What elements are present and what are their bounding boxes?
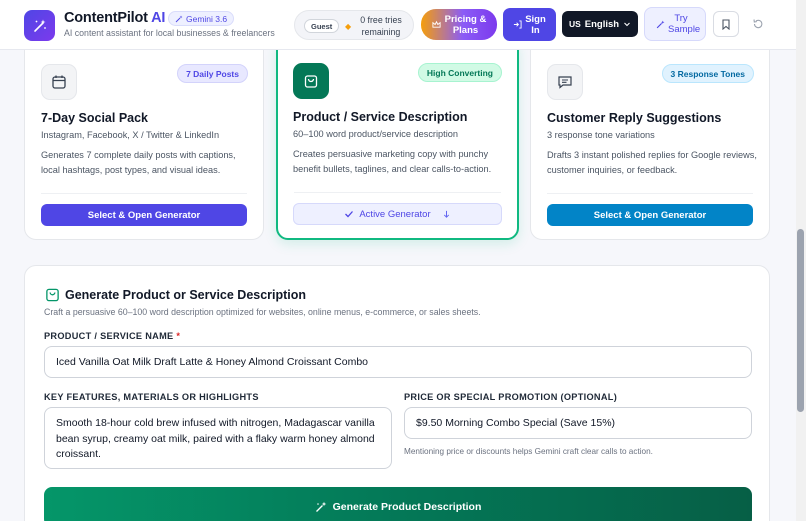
product-name-input[interactable]: Iced Vanilla Oat Milk Draft Latte & Hone… bbox=[44, 346, 752, 378]
scrollbar-thumb[interactable] bbox=[797, 229, 804, 412]
card-social-pack[interactable]: 7 Daily Posts 7-Day Social Pack Instagra… bbox=[24, 37, 264, 240]
try-sample-label: Try Sample bbox=[668, 13, 701, 35]
card-description: Drafts 3 instant polished replies for Go… bbox=[547, 150, 757, 175]
shopping-bag-icon bbox=[46, 288, 59, 302]
textarea-value: Smooth 18-hour cold brew infused with ni… bbox=[56, 417, 375, 460]
input-value: $9.50 Morning Combo Special (Save 15%) bbox=[416, 417, 616, 429]
status-dot-icon: ◆ bbox=[345, 22, 352, 31]
card-icon-box bbox=[547, 64, 583, 100]
app-header: ContentPilot AI Gemini 3.6 AI content as… bbox=[0, 0, 796, 50]
check-icon bbox=[345, 211, 354, 218]
card-icon-box bbox=[41, 64, 77, 100]
price-label: PRICE OR SPECIAL PROMOTION (OPTIONAL) bbox=[404, 392, 618, 402]
history-icon bbox=[753, 19, 763, 29]
features-textarea[interactable]: Smooth 18-hour cold brew infused with ni… bbox=[44, 407, 392, 469]
divider bbox=[41, 193, 247, 194]
usage-text: 0 free tries remaining bbox=[360, 15, 402, 37]
guest-badge: Guest bbox=[304, 19, 340, 33]
button-label: Active Generator bbox=[359, 208, 431, 220]
card-title: 7-Day Social Pack bbox=[41, 111, 149, 125]
try-sample-button[interactable]: Try Sample bbox=[644, 7, 706, 41]
card-title: Product / Service Description bbox=[293, 110, 468, 124]
sign-in-icon bbox=[513, 20, 522, 29]
card-description: Creates persuasive marketing copy with p… bbox=[293, 149, 492, 174]
model-badge-label: Gemini 3.6 bbox=[186, 13, 228, 24]
select-generator-button[interactable]: Select & Open Generator bbox=[547, 204, 753, 226]
pricing-label: Pricing & Plans bbox=[444, 13, 487, 36]
usage-indicator: Guest ◆ 0 free tries remaining bbox=[294, 10, 414, 40]
generator-panel: Generate Product or Service Description … bbox=[24, 265, 770, 521]
active-generator-button[interactable]: Active Generator bbox=[293, 203, 502, 225]
arrow-down-icon bbox=[443, 210, 449, 218]
logo[interactable] bbox=[24, 10, 55, 41]
sparkle-icon bbox=[175, 15, 183, 22]
card-badge: 3 Response Tones bbox=[661, 64, 754, 83]
features-label: KEY FEATURES, MATERIALS OR HIGHLIGHTS bbox=[44, 392, 259, 402]
history-button[interactable] bbox=[745, 11, 771, 37]
brand-name: ContentPilot AI bbox=[64, 10, 165, 26]
card-product-description[interactable]: High Converting Product / Service Descri… bbox=[276, 37, 519, 240]
wand-icon bbox=[33, 19, 46, 32]
divider bbox=[294, 192, 501, 193]
card-title: Customer Reply Suggestions bbox=[547, 111, 722, 125]
card-subtitle: 3 response tone variations bbox=[547, 130, 655, 140]
price-input[interactable]: $9.50 Morning Combo Special (Save 15%) bbox=[404, 407, 752, 439]
language-label: English bbox=[584, 18, 620, 30]
bookmark-button[interactable] bbox=[713, 11, 739, 37]
model-badge: Gemini 3.6 bbox=[168, 11, 235, 26]
card-badge: High Converting bbox=[417, 63, 502, 82]
wand-icon bbox=[656, 20, 665, 28]
tagline: AI content assistant for local businesse… bbox=[64, 28, 275, 38]
card-subtitle: 60–100 word product/service description bbox=[293, 129, 458, 139]
language-select[interactable]: US English bbox=[562, 11, 638, 37]
card-customer-reply[interactable]: 3 Response Tones Customer Reply Suggesti… bbox=[530, 37, 770, 240]
divider bbox=[547, 193, 753, 194]
product-name-label: PRODUCT / SERVICE NAME * bbox=[44, 331, 180, 341]
card-subtitle: Instagram, Facebook, X / Twitter & Linke… bbox=[41, 130, 220, 140]
generator-subtitle: Craft a persuasive 60–100 word descripti… bbox=[44, 307, 481, 317]
required-marker: * bbox=[176, 331, 181, 341]
bookmark-icon bbox=[722, 18, 730, 30]
price-hint: Mentioning price or discounts helps Gemi… bbox=[404, 447, 653, 456]
chevron-down-icon bbox=[624, 22, 630, 27]
generate-button[interactable]: Generate Product Description bbox=[44, 487, 752, 521]
sign-in-label: Sign In bbox=[525, 13, 546, 36]
generator-title: Generate Product or Service Description bbox=[65, 288, 307, 302]
message-icon bbox=[558, 76, 572, 89]
card-description: Generates 7 complete daily posts with ca… bbox=[41, 150, 236, 175]
brand-text: ContentPilot bbox=[64, 10, 148, 26]
select-generator-button[interactable]: Select & Open Generator bbox=[41, 204, 247, 226]
brand-suffix: AI bbox=[151, 10, 166, 26]
shopping-bag-icon bbox=[304, 75, 318, 88]
card-badge: 7 Daily Posts bbox=[177, 64, 248, 83]
sign-in-button[interactable]: Sign In bbox=[503, 8, 556, 41]
wand-icon bbox=[315, 501, 326, 512]
card-icon-box bbox=[293, 63, 329, 99]
calendar-icon bbox=[52, 75, 66, 89]
label-text: PRODUCT / SERVICE NAME bbox=[44, 331, 174, 341]
generate-button-label: Generate Product Description bbox=[332, 501, 482, 513]
crown-icon bbox=[431, 20, 441, 28]
flag-label: US bbox=[568, 19, 581, 29]
input-value: Iced Vanilla Oat Milk Draft Latte & Hone… bbox=[56, 356, 369, 368]
pricing-button[interactable]: Pricing & Plans bbox=[421, 9, 497, 40]
button-label: Select & Open Generator bbox=[593, 209, 707, 221]
button-label: Select & Open Generator bbox=[87, 209, 201, 221]
